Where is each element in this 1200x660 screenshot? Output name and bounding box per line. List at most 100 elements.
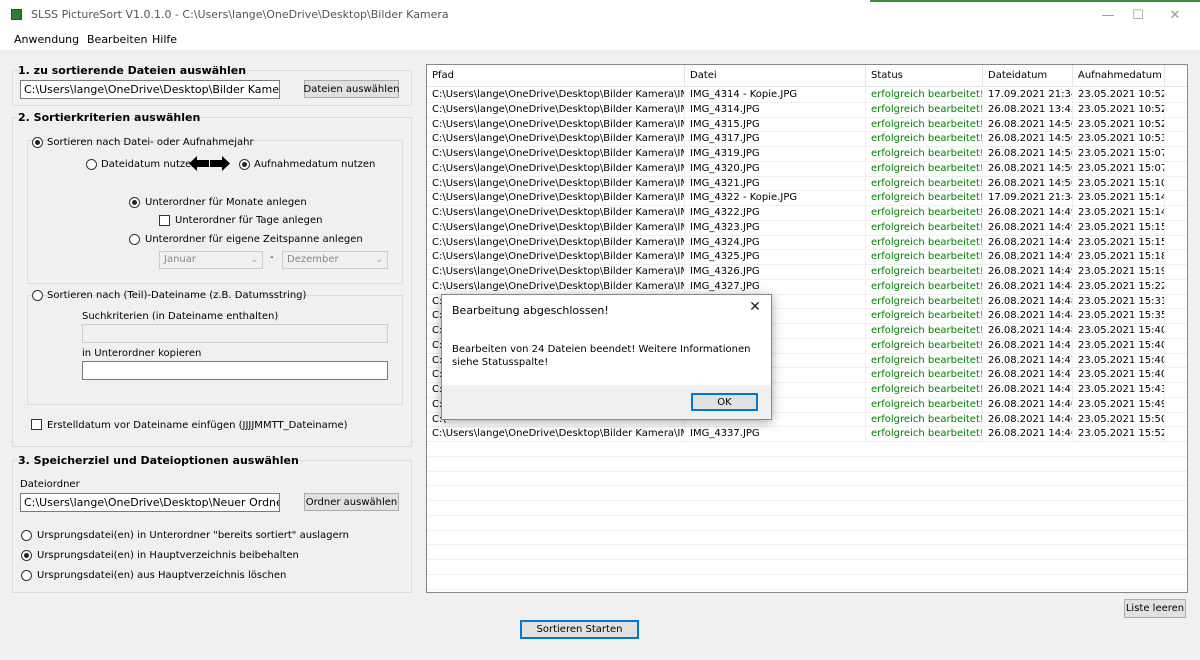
custom-period-label: Unterordner für eigene Zeitspanne anlege… (145, 234, 363, 245)
cell-status: erfolgreich bearbeitet! (866, 235, 983, 251)
file-date-radio[interactable] (86, 159, 97, 170)
move-sorted-radio[interactable] (21, 530, 32, 541)
table-row[interactable]: C:\Users\lange\OneDrive\Desktop\Bilder K… (427, 206, 1187, 221)
table-row[interactable]: C:\Users\lange\OneDrive\Desktop\Bilder K… (427, 191, 1187, 206)
cell-dateidatum: 26.08.2021 14:46... (983, 427, 1073, 442)
column-header-pfad[interactable]: Pfad (427, 65, 685, 87)
close-icon[interactable]: ✕ (745, 299, 765, 319)
day-subfolders-checkbox[interactable] (159, 215, 170, 226)
menu-bearbeiten[interactable]: Bearbeiten (87, 33, 147, 46)
start-sorting-button[interactable]: Sortieren Starten (520, 620, 639, 639)
table-row[interactable]: C:\Users\lange\OneDrive\Desktop\Bilder K… (427, 235, 1187, 251)
prefix-date-label: Erstelldatum vor Dateiname einfügen (JJJ… (47, 420, 348, 431)
cell-status: erfolgreich bearbeitet! (866, 309, 983, 324)
cell-datei: IMG_4317.JPG (685, 132, 866, 147)
empty-row (427, 442, 1187, 457)
table-row[interactable]: C:\Users\lange\OneDrive\Desktop\Bilder K… (427, 427, 1187, 442)
cell-status: erfolgreich bearbeitet! (866, 368, 983, 383)
cell-datei: IMG_4322 - Kopie.JPG (685, 191, 866, 206)
keep-originals-radio[interactable] (21, 550, 32, 561)
cell-datei: IMG_4326.JPG (685, 265, 866, 280)
cell-dateidatum: 26.08.2021 14:47... (983, 353, 1073, 369)
select-folder-button[interactable]: Ordner auswählen (304, 493, 399, 511)
column-header-dateidatum[interactable]: Dateidatum (983, 65, 1073, 87)
column-header-status[interactable]: Status (866, 65, 983, 87)
cell-aufnahmedatum: 23.05.2021 15:40... (1073, 368, 1165, 383)
custom-period-radio[interactable] (129, 234, 140, 245)
table-row[interactable]: C:\Users\lange\OneDrive\Desktop\Bilder K… (427, 279, 1187, 295)
dialog-footer: OK (442, 385, 771, 419)
dialog-message: Bearbeiten von 24 Dateien beendet! Weite… (452, 344, 751, 368)
cell-aufnahmedatum: 23.05.2021 15:40... (1073, 338, 1165, 354)
cell-pfad: C:\Users\lange\OneDrive\Desktop\Bilder K… (427, 250, 685, 265)
cell-aufnahmedatum: 23.05.2021 10:53... (1073, 132, 1165, 147)
cell-datei: IMG_4324.JPG (685, 235, 866, 251)
cell-pfad: C:\Users\lange\OneDrive\Desktop\Bilder K… (427, 265, 685, 280)
cell-pfad: C:\Users\lange\OneDrive\Desktop\Bilder K… (427, 147, 685, 162)
cell-dateidatum: 26.08.2021 14:49... (983, 250, 1073, 265)
cell-pfad: C:\Users\lange\OneDrive\Desktop\Bilder K… (427, 191, 685, 206)
cell-pfad: C:\Users\lange\OneDrive\Desktop\Bilder K… (427, 279, 685, 295)
cell-pfad: C:\Users\lange\OneDrive\Desktop\Bilder K… (427, 235, 685, 251)
dialog-ok-button[interactable]: OK (691, 393, 758, 411)
column-header-aufnahmedatum[interactable]: Aufnahmedatum (1073, 65, 1165, 87)
cell-status: erfolgreich bearbeitet! (866, 102, 983, 118)
cell-status: erfolgreich bearbeitet! (866, 397, 983, 413)
sort-by-year-radio[interactable] (32, 137, 43, 148)
capture-date-radio[interactable] (239, 159, 250, 170)
cell-dateidatum: 26.08.2021 14:50... (983, 132, 1073, 147)
range-dash: - (270, 252, 274, 263)
table-row[interactable]: C:\Users\lange\OneDrive\Desktop\Bilder K… (427, 117, 1187, 133)
cell-dateidatum: 26.08.2021 14:47... (983, 383, 1073, 398)
cell-datei: IMG_4337.JPG (685, 427, 866, 442)
cell-aufnahmedatum: 23.05.2021 15:40... (1073, 353, 1165, 369)
column-header-datei[interactable]: Datei (685, 65, 866, 87)
section2-title: 2. Sortierkriterien auswählen (18, 111, 201, 124)
close-icon[interactable]: ✕ (1152, 0, 1198, 30)
copy-to-subfolder-input[interactable] (82, 361, 388, 380)
cell-status: erfolgreich bearbeitet! (866, 250, 983, 265)
select-files-button[interactable]: Dateien auswählen (304, 80, 399, 98)
table-row[interactable]: C:\Users\lange\OneDrive\Desktop\Bilder K… (427, 88, 1187, 103)
clear-list-button[interactable]: Liste leeren (1124, 599, 1186, 618)
empty-row (427, 472, 1187, 487)
delete-originals-radio[interactable] (21, 570, 32, 581)
table-row[interactable]: C:\Users\lange\OneDrive\Desktop\Bilder K… (427, 220, 1187, 236)
completion-dialog: Bearbeitung abgeschlossen! ✕ Bearbeiten … (441, 294, 772, 420)
table-row[interactable]: C:\Users\lange\OneDrive\Desktop\Bilder K… (427, 161, 1187, 177)
cell-dateidatum: 26.08.2021 14:48... (983, 294, 1073, 310)
file-date-label: Dateidatum nutzen (101, 159, 198, 170)
menu-hilfe[interactable]: Hilfe (152, 33, 177, 46)
table-row[interactable]: C:\Users\lange\OneDrive\Desktop\Bilder K… (427, 265, 1187, 280)
cell-aufnahmedatum: 23.05.2021 15:15... (1073, 220, 1165, 236)
right-arrow-icon (210, 156, 230, 174)
table-row[interactable]: C:\Users\lange\OneDrive\Desktop\Bilder K… (427, 147, 1187, 162)
sort-by-filename-radio[interactable] (32, 290, 43, 301)
cell-dateidatum: 26.08.2021 13:43... (983, 102, 1073, 118)
target-folder-input[interactable]: C:\Users\lange\OneDrive\Desktop\Neuer Or… (20, 493, 280, 512)
cell-aufnahmedatum: 23.05.2021 15:49... (1073, 397, 1165, 413)
month-to-select[interactable]: Dezember ⌄ (282, 251, 388, 269)
month-from-select[interactable]: Januar ⌄ (159, 251, 263, 269)
empty-row (427, 545, 1187, 560)
window-title: SLSS PictureSort V1.0.1.0 - C:\Users\lan… (31, 8, 449, 21)
cell-datei: IMG_4321.JPG (685, 176, 866, 192)
cell-aufnahmedatum: 23.05.2021 15:43... (1073, 383, 1165, 398)
cell-status: erfolgreich bearbeitet! (866, 412, 983, 428)
sort-by-year-label: Sortieren nach Datei- oder Aufnahmejahr (47, 137, 254, 148)
table-row[interactable]: C:\Users\lange\OneDrive\Desktop\Bilder K… (427, 176, 1187, 192)
table-row[interactable]: C:\Users\lange\OneDrive\Desktop\Bilder K… (427, 250, 1187, 265)
source-path-input[interactable]: C:\Users\lange\OneDrive\Desktop\Bilder K… (20, 80, 280, 99)
move-sorted-label: Ursprungsdatei(en) in Unterordner "berei… (37, 530, 349, 541)
prefix-date-checkbox[interactable] (31, 419, 42, 430)
cell-status: erfolgreich bearbeitet! (866, 147, 983, 162)
cell-datei: IMG_4319.JPG (685, 147, 866, 162)
table-row[interactable]: C:\Users\lange\OneDrive\Desktop\Bilder K… (427, 102, 1187, 118)
table-row[interactable]: C:\Users\lange\OneDrive\Desktop\Bilder K… (427, 132, 1187, 147)
month-subfolders-radio[interactable] (129, 197, 140, 208)
search-criteria-input[interactable] (82, 324, 388, 343)
menu-anwendung[interactable]: Anwendung (14, 33, 79, 46)
cell-pfad: C:\Users\lange\OneDrive\Desktop\Bilder K… (427, 117, 685, 133)
month-from-value: Januar (164, 254, 196, 265)
cell-status: erfolgreich bearbeitet! (866, 427, 983, 442)
